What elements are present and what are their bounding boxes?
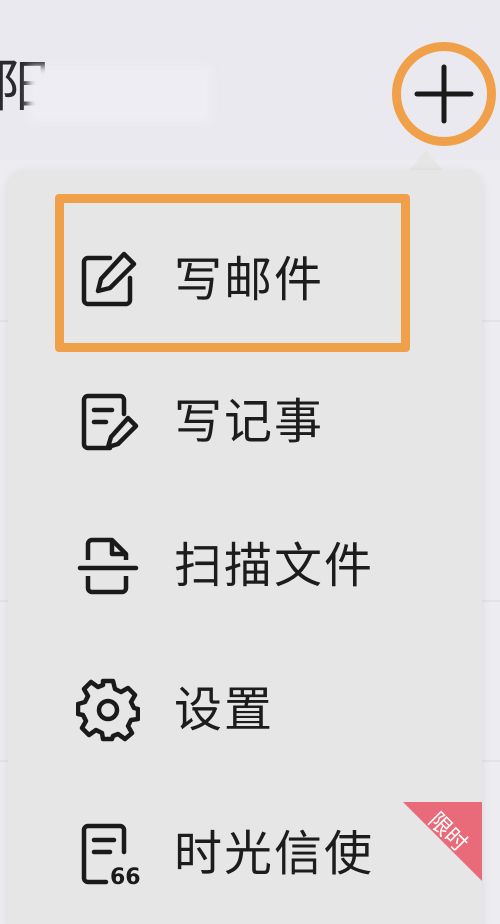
menu-item-scan-document[interactable]: 扫描文件 [8, 506, 482, 626]
plus-icon [414, 64, 474, 124]
time-letter-icon: 66 [81, 823, 140, 886]
menu-item-settings[interactable]: 设置 [8, 650, 482, 770]
menu-item-label: 扫描文件 [174, 538, 375, 594]
add-button[interactable] [392, 42, 496, 146]
menu-pointer [408, 150, 444, 172]
menu-item-write-note[interactable]: 写记事 [8, 362, 482, 482]
menu-item-label: 时光信使 [174, 826, 375, 882]
blurred-title [28, 66, 212, 122]
gear-icon [76, 678, 140, 742]
top-bar: 阳 [0, 0, 500, 160]
highlight-annotation [55, 194, 410, 352]
svg-text:66: 66 [110, 865, 140, 886]
popup-menu: 写邮件 写记事 扫描文件 设置 66 时光信使 限时 [8, 170, 482, 924]
menu-item-label: 设置 [174, 682, 275, 738]
note-edit-icon [81, 393, 139, 451]
menu-item-label: 写记事 [174, 394, 325, 450]
limited-time-badge: 限时 [403, 802, 482, 881]
screen: 阳 写邮件 写记事 扫描文件 设置 66 时光信使 限时 [0, 0, 500, 924]
scan-document-icon [77, 537, 139, 595]
